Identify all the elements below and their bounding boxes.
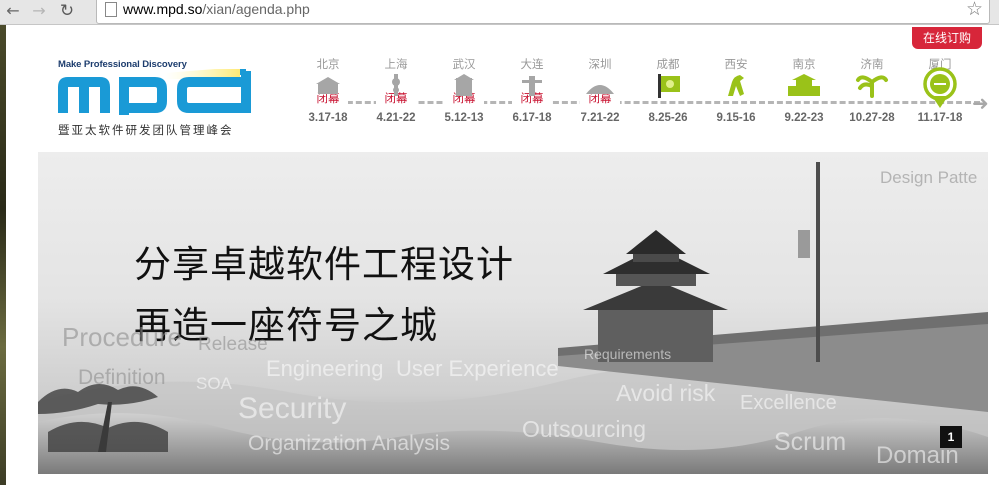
- banner-word: Engineering: [266, 356, 384, 381]
- city-date: 3.17-18: [308, 112, 348, 124]
- city-date: 6.17-18: [512, 112, 552, 124]
- xiamen-marker-icon: [923, 67, 957, 108]
- url-path: /xian/agenda.php: [202, 1, 310, 17]
- city-date: 5.12-13: [444, 112, 484, 124]
- slide-indicator[interactable]: 1: [940, 426, 962, 448]
- jinan-spring-icon: [856, 75, 888, 98]
- city-name: 成都: [656, 57, 680, 71]
- city-date: 9.22-23: [784, 112, 824, 124]
- logo-letters-icon: [58, 69, 251, 115]
- city-timeline: ➜ 北京 闭幕 3.17-18 上海 闭幕 4.21-22 武汉 闭幕 5.12…: [300, 56, 990, 136]
- shenzhen-building-icon: [586, 85, 614, 94]
- city-dalian[interactable]: 大连 闭幕 6.17-18: [498, 56, 566, 124]
- url-host: www.mpd.so: [123, 1, 203, 17]
- browser-toolbar: ← → ↻ www.mpd.so/xian/agenda.php ☆: [0, 0, 999, 25]
- banner-word: SOA: [196, 374, 232, 393]
- online-order-button[interactable]: 在线订购: [912, 27, 982, 49]
- logo-subtitle: 暨亚太软件研发团队管理峰会: [58, 123, 234, 137]
- city-shanghai[interactable]: 上海 闭幕 4.21-22: [362, 56, 430, 124]
- city-date: 8.25-26: [648, 112, 688, 124]
- banner-word: Design Patte: [880, 168, 978, 187]
- banner-word: Avoid risk: [616, 380, 716, 406]
- banner-word: Security: [238, 392, 347, 425]
- mpd-logo[interactable]: Make Professional Discovery 暨亚太软件研发团队管理峰…: [55, 55, 265, 145]
- banner-word: User Experience: [396, 356, 559, 381]
- city-name: 深圳: [588, 57, 612, 71]
- city-name: 济南: [860, 57, 884, 71]
- wuhan-tower-icon: [454, 74, 474, 96]
- banner-word: Requirements: [584, 346, 672, 362]
- city-name: 上海: [384, 57, 408, 71]
- beijing-landmark-icon: [316, 77, 340, 94]
- city-name: 北京: [316, 57, 340, 71]
- city-name: 大连: [520, 57, 544, 71]
- background-window-edge: [0, 25, 6, 485]
- city-name: 武汉: [452, 57, 476, 71]
- city-chengdu[interactable]: 成都 8.25-26: [634, 56, 702, 124]
- city-nanjing[interactable]: 南京 9.22-23: [770, 56, 838, 124]
- page-icon: [105, 2, 117, 17]
- banner-word: Organization Analysis: [248, 432, 450, 455]
- city-shenzhen[interactable]: 深圳 闭幕 7.21-22: [566, 56, 634, 124]
- city-name: 西安: [724, 57, 748, 71]
- chengdu-flag-icon: [658, 74, 680, 98]
- city-xian[interactable]: 西安 9.15-16: [702, 56, 770, 124]
- hero-banner[interactable]: 分享卓越软件工程设计 再造一座符号之城 Design Patte Procedu…: [38, 152, 988, 474]
- city-date: 7.21-22: [580, 112, 620, 124]
- dalian-monument-icon: [522, 76, 542, 96]
- xian-horse-icon: [728, 75, 744, 96]
- shanghai-tower-icon: [392, 74, 400, 96]
- bookmark-star-icon[interactable]: ☆: [966, 0, 983, 20]
- back-arrow-icon[interactable]: ←: [4, 2, 22, 20]
- timeline-arrow-icon: ➜: [972, 93, 989, 115]
- address-bar[interactable]: www.mpd.so/xian/agenda.php ☆: [96, 0, 990, 24]
- nanjing-gate-icon: [788, 74, 820, 96]
- banner-word: Outsourcing: [522, 416, 647, 442]
- banner-word: Release: [198, 334, 268, 355]
- city-xiamen[interactable]: 厦门 11.17-18: [906, 56, 974, 124]
- city-date: 9.15-16: [716, 112, 756, 124]
- banner-word: Scrum: [774, 428, 847, 456]
- city-date: 4.21-22: [376, 112, 416, 124]
- city-jinan[interactable]: 济南 10.27-28: [838, 56, 906, 124]
- reload-icon[interactable]: ↻: [58, 2, 76, 20]
- banner-slogan-line1: 分享卓越软件工程设计: [134, 243, 514, 286]
- url-text[interactable]: www.mpd.so/xian/agenda.php: [123, 1, 310, 17]
- city-beijing[interactable]: 北京 闭幕 3.17-18: [294, 56, 362, 124]
- city-date: 10.27-28: [849, 112, 895, 124]
- city-wuhan[interactable]: 武汉 闭幕 5.12-13: [430, 56, 498, 124]
- city-date: 11.17-18: [917, 112, 963, 124]
- banner-word: Procedure: [62, 322, 182, 352]
- city-name: 南京: [792, 57, 816, 71]
- banner-word: Definition: [78, 366, 166, 389]
- forward-arrow-icon[interactable]: →: [30, 2, 48, 20]
- banner-word: Excellence: [740, 392, 837, 414]
